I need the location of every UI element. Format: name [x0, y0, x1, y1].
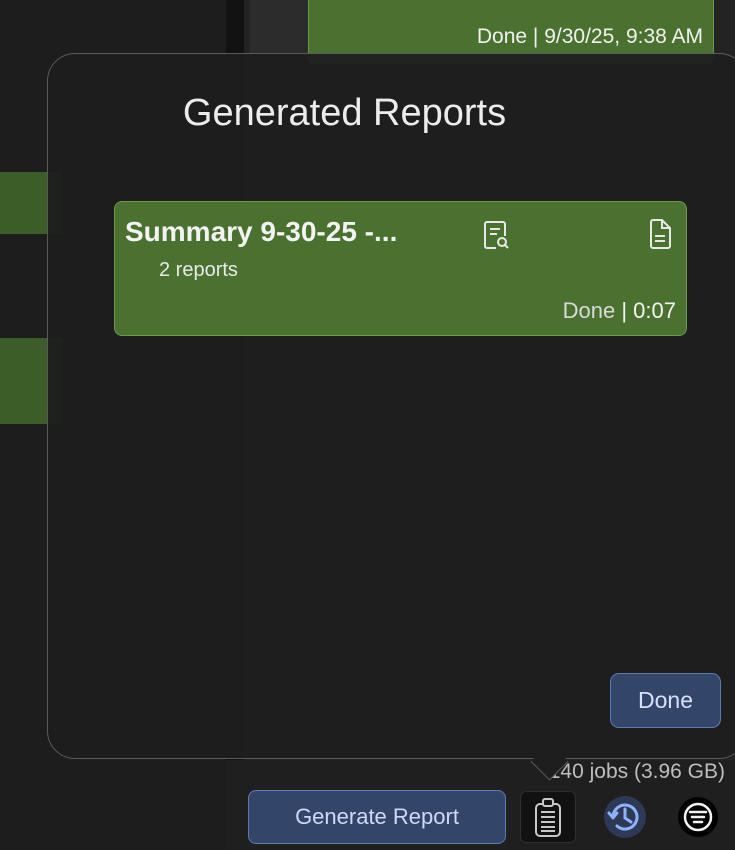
history-icon	[604, 796, 646, 838]
popover-title: Generated Reports	[182, 92, 507, 134]
reports-list-icon	[535, 798, 561, 837]
status-separator: |	[621, 298, 628, 323]
report-status-label: Done	[562, 298, 616, 323]
job-thumbnail-strip	[250, 0, 308, 60]
history-button[interactable]	[598, 791, 652, 843]
reports-list-button[interactable]	[520, 791, 576, 843]
report-status: Done | 0:07	[563, 298, 676, 324]
job-status-text: Done | 9/30/25, 9:38 AM	[476, 25, 703, 48]
filter-icon	[678, 797, 718, 837]
report-card[interactable]: Summary 9-30-25 -... 2 reports Done | 0:…	[114, 201, 687, 336]
report-title: Summary 9-30-25 -...	[125, 216, 398, 247]
report-duration: 0:07	[633, 298, 676, 323]
report-count: 2 reports	[159, 259, 238, 281]
done-button[interactable]: Done	[610, 673, 721, 728]
document-icon[interactable]	[648, 219, 672, 254]
filter-button[interactable]	[670, 791, 726, 843]
generated-reports-popover	[47, 53, 735, 759]
generate-report-button[interactable]: Generate Report	[248, 790, 506, 844]
report-preview-icon[interactable]	[483, 220, 509, 255]
jobs-summary: 140 jobs (3.96 GB)	[548, 760, 725, 783]
